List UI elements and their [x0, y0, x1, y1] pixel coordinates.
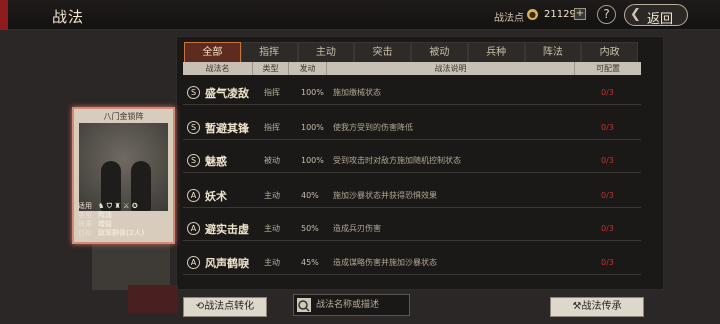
page-title: 战法: [52, 8, 85, 26]
tactic-type: 主动: [264, 258, 280, 267]
tab-command[interactable]: 指挥: [240, 42, 298, 62]
card-info-row: 适用 ♞ ⛉ ♜ ⚔ ✪: [78, 202, 138, 210]
tab-assault[interactable]: 突击: [354, 42, 411, 62]
tactic-name: 魅惑: [205, 154, 227, 168]
search-input[interactable]: [316, 297, 408, 313]
col-name[interactable]: 战法名: [183, 62, 253, 75]
back-chevron-icon: ❮: [630, 7, 641, 22]
tactic-rate: 40%: [301, 191, 319, 200]
tactic-name: 避实击虚: [205, 222, 249, 236]
add-points-button[interactable]: +: [574, 8, 586, 20]
stacked-card-shadow-red: [128, 285, 178, 313]
tactic-row[interactable]: S 暂避其锋 指挥 100% 使我方受到的伤害降低 0/3: [183, 116, 641, 140]
grade-badge: S: [187, 86, 200, 99]
tactic-description: 使我方受到的伤害降低: [333, 123, 413, 132]
tactic-type: 主动: [264, 191, 280, 200]
tab-passive[interactable]: 被动: [411, 42, 468, 62]
tactic-rate: 100%: [301, 123, 324, 132]
tactic-description: 造成兵刃伤害: [333, 224, 381, 233]
tactic-rate: 100%: [301, 156, 324, 165]
points-label: 战法点: [494, 13, 524, 24]
tactic-name: 暂避其锋: [205, 121, 249, 135]
tactic-description: 造成谋略伤害并施加沙暴状态: [333, 258, 437, 267]
tab-formation[interactable]: 阵法: [524, 42, 582, 62]
tab-troop[interactable]: 兵种: [467, 42, 525, 62]
tactic-config-count: 0/3: [601, 191, 614, 200]
tactic-row[interactable]: S 魅惑 被动 100% 受到攻击时对敌方施加随机控制状态 0/3: [183, 149, 641, 173]
tab-all[interactable]: 全部: [184, 42, 241, 62]
accent-strip: [0, 0, 8, 30]
help-button[interactable]: ?: [597, 5, 616, 24]
stacked-card-shadow: [92, 242, 170, 290]
card-info-row: 效果 增益: [78, 220, 112, 228]
tactic-type: 指挥: [264, 123, 280, 132]
grade-badge: A: [187, 222, 200, 235]
tactic-name: 风声鹤唳: [205, 256, 249, 270]
table-header: 战法名 类型 发动 战法说明 可配置: [183, 62, 641, 75]
col-description: 战法说明: [327, 62, 575, 75]
tactic-type: 主动: [264, 224, 280, 233]
card-title: 八门金锁阵: [103, 112, 144, 121]
card-info: 适用 ♞ ⛉ ♜ ⚔ ✪ 类型 阵法 效果 增益 目标 敌军群体(2人): [78, 202, 170, 238]
tactic-rate: 50%: [301, 224, 319, 233]
col-config[interactable]: 可配置: [575, 62, 641, 75]
search-icon: [297, 298, 311, 312]
tactic-type: 指挥: [264, 88, 280, 97]
tab-internal[interactable]: 内政: [581, 42, 638, 62]
tactic-config-count: 0/3: [601, 258, 614, 267]
points-value: 21129: [544, 9, 576, 20]
col-trigger[interactable]: 发动: [289, 62, 327, 75]
tactic-config-count: 0/3: [601, 224, 614, 233]
tactic-name: 妖术: [205, 189, 227, 203]
tactic-name: 盛气凌敌: [205, 86, 249, 100]
card-artwork: [79, 123, 168, 211]
tactic-card-preview[interactable]: 八门金锁阵 适用 ♞ ⛉ ♜ ⚔ ✪ 类型 阵法 效果 增益 目标 敌军群体(2人): [72, 107, 175, 244]
top-bar: 战法 战法点 ● 21129 + ? ❮ 返回: [0, 0, 720, 30]
tactic-description: 受到攻击时对敌方施加随机控制状态: [333, 156, 461, 165]
tactic-row[interactable]: A 妖术 主动 40% 施加沙暴状态并获得恐惧效果 0/3: [183, 184, 641, 208]
coin-icon: ●: [527, 9, 538, 20]
tactic-rate: 45%: [301, 258, 319, 267]
tactic-row[interactable]: S 盛气凌敌 指挥 100% 施加缴械状态 0/3: [183, 81, 641, 105]
convert-icon: ⟲: [195, 301, 205, 312]
card-info-row: 类型 阵法: [78, 211, 112, 219]
grade-badge: S: [187, 121, 200, 134]
convert-points-button[interactable]: ⟲战法点转化: [183, 297, 267, 317]
tactic-config-count: 0/3: [601, 88, 614, 97]
tactic-row[interactable]: A 风声鹤唳 主动 45% 造成谋略伤害并施加沙暴状态 0/3: [183, 251, 641, 275]
back-label: 返回: [647, 12, 674, 27]
col-type[interactable]: 类型: [253, 62, 289, 75]
troop-icons: ♞ ⛉ ♜ ⚔ ✪: [98, 202, 138, 210]
tactic-rate: 100%: [301, 88, 324, 97]
grade-badge: S: [187, 154, 200, 167]
back-button[interactable]: ❮ 返回: [624, 4, 688, 27]
tactic-config-count: 0/3: [601, 123, 614, 132]
tactic-type: 被动: [264, 156, 280, 165]
tab-active[interactable]: 主动: [297, 42, 355, 62]
tactic-description: 施加沙暴状态并获得恐惧效果: [333, 191, 437, 200]
tactic-row[interactable]: A 避实击虚 主动 50% 造成兵刃伤害 0/3: [183, 217, 641, 241]
tactic-config-count: 0/3: [601, 156, 614, 165]
grade-badge: A: [187, 189, 200, 202]
search-box[interactable]: [293, 294, 410, 316]
grade-badge: A: [187, 256, 200, 269]
tactic-inherit-button[interactable]: ⚒战法传承: [550, 297, 644, 317]
tactic-description: 施加缴械状态: [333, 88, 381, 97]
category-tabs: 全部 指挥 主动 突击 被动 兵种 阵法 内政: [184, 42, 638, 62]
card-info-row: 目标 敌军群体(2人): [78, 229, 145, 237]
